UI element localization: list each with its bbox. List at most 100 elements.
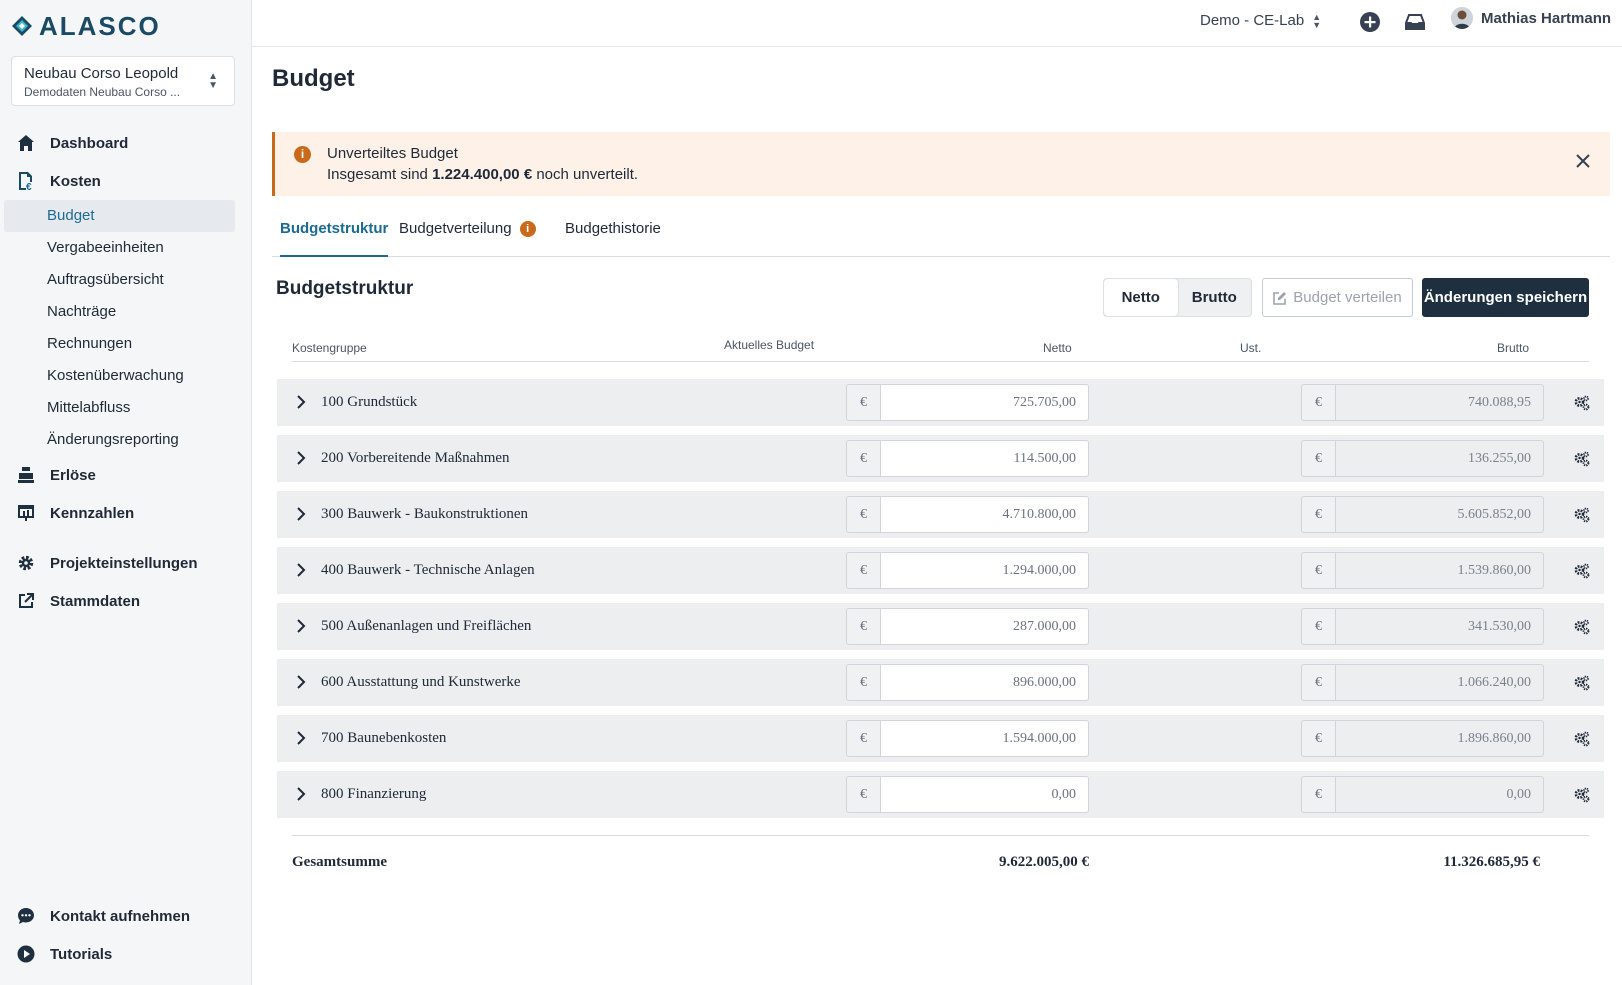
alert-amount: 1.224.400,00 € [432, 166, 533, 183]
nav-kostenueberwachung[interactable]: Kostenüberwachung [0, 360, 252, 392]
nav-erloese[interactable]: Erlöse [0, 456, 252, 494]
unallocated-budget-alert: i Unverteiltes Budget Insgesamt sind 1.2… [272, 132, 1610, 196]
sidebar-footer: Kontakt aufnehmen Tutorials [0, 897, 252, 973]
inbox-icon[interactable] [1404, 11, 1426, 33]
total-label: Gesamtsumme [292, 854, 387, 870]
toggle-netto[interactable]: Netto [1104, 279, 1178, 316]
tab-budgetverteilung[interactable]: Budgetverteilung i [399, 220, 536, 257]
row-name: 400 Bauwerk - Technische Anlagen [321, 562, 535, 578]
tab-budgetstruktur[interactable]: Budgetstruktur [280, 220, 389, 257]
chevron-right-icon[interactable] [294, 450, 308, 466]
nav-projekteinstellungen[interactable]: Projekteinstellungen [0, 544, 252, 582]
netto-input[interactable] [880, 720, 1089, 757]
play-circle-icon [16, 944, 36, 964]
col-kostengruppe: Kostengruppe [292, 341, 367, 355]
user-menu[interactable]: Mathias Hartmann [1451, 7, 1611, 29]
nav-kosten[interactable]: € Kosten [0, 162, 252, 200]
nav-dashboard[interactable]: Dashboard [0, 124, 252, 162]
updown-chevron-icon: ▲ ▼ [208, 71, 218, 91]
chevron-right-icon[interactable] [294, 674, 308, 690]
tab-budgethistorie[interactable]: Budgethistorie [565, 220, 661, 257]
tenant-label: Demo - CE-Lab [1200, 12, 1305, 29]
gear-icon [16, 553, 36, 573]
total-brutto: 11.326.685,95 € [1443, 854, 1540, 870]
chevron-right-icon[interactable] [294, 730, 308, 746]
currency-addon: € [846, 776, 880, 813]
user-name: Mathias Hartmann [1481, 9, 1612, 27]
chevron-right-icon[interactable] [294, 618, 308, 634]
nav-rechnungen[interactable]: Rechnungen [0, 328, 252, 360]
row-name: 600 Ausstattung und Kunstwerke [321, 674, 521, 690]
currency-addon: € [1301, 440, 1335, 477]
updown-chevron-icon: ▲ ▼ [1312, 11, 1322, 30]
gears-icon[interactable] [1573, 786, 1591, 804]
gears-icon[interactable] [1573, 562, 1591, 580]
plus-circle-icon[interactable] [1359, 11, 1381, 33]
nav-erloese-label: Erlöse [50, 466, 96, 484]
table-header: Kostengruppe Aktuelles Budget Netto Ust.… [292, 336, 1589, 362]
nav-kennzahlen-label: Kennzahlen [50, 504, 135, 522]
currency-addon: € [1301, 496, 1335, 533]
save-changes-button[interactable]: Änderungen speichern [1422, 278, 1589, 317]
chevron-right-icon[interactable] [294, 562, 308, 578]
project-subtitle: Demodaten Neubau Corso ... [24, 85, 181, 99]
table-row: 100 Grundstück € € [277, 379, 1604, 426]
netto-input[interactable] [880, 608, 1089, 645]
netto-input[interactable] [880, 776, 1089, 813]
nav-stammdaten[interactable]: Stammdaten [0, 582, 252, 620]
topbar: Demo - CE-Lab ▲ ▼ Mathias Hartmann [252, 0, 1622, 47]
nav-aenderungsreporting[interactable]: Änderungsreporting [0, 424, 252, 456]
distribute-budget-button[interactable]: Budget verteilen [1262, 278, 1413, 317]
netto-input[interactable] [880, 552, 1089, 589]
brutto-field [1335, 552, 1544, 589]
gears-icon[interactable] [1573, 394, 1591, 412]
currency-addon: € [846, 720, 880, 757]
nav-budget[interactable]: Budget [4, 200, 235, 232]
currency-addon: € [846, 664, 880, 701]
gears-icon[interactable] [1573, 450, 1591, 468]
gears-icon[interactable] [1573, 506, 1591, 524]
alert-text-pre: Insgesamt sind [327, 166, 433, 183]
tenant-selector[interactable]: Demo - CE-Lab ▲ ▼ [1200, 12, 1321, 29]
netto-input[interactable] [880, 440, 1089, 477]
nav-auftragsuebersicht[interactable]: Auftragsübersicht [0, 264, 252, 296]
gears-icon[interactable] [1573, 618, 1591, 636]
nav-nachtraege[interactable]: Nachträge [0, 296, 252, 328]
nav-kennzahlen[interactable]: Kennzahlen [0, 494, 252, 532]
chevron-right-icon[interactable] [294, 786, 308, 802]
project-selector[interactable]: Neubau Corso Leopold Demodaten Neubau Co… [11, 56, 235, 106]
gears-icon[interactable] [1573, 730, 1591, 748]
chevron-right-icon[interactable] [294, 394, 308, 410]
netto-input[interactable] [880, 384, 1089, 421]
nav-tutorials-label: Tutorials [50, 945, 113, 963]
col-aktuelles-budget: Aktuelles Budget [724, 338, 815, 352]
nav-vergabeeinheiten[interactable]: Vergabeeinheiten [0, 232, 252, 264]
brutto-field [1335, 440, 1544, 477]
netto-input[interactable] [880, 664, 1089, 701]
alasco-logo-icon [12, 16, 32, 36]
chevron-right-icon[interactable] [294, 506, 308, 522]
nav-kontakt-label: Kontakt aufnehmen [50, 907, 191, 925]
netto-input[interactable] [880, 496, 1089, 533]
nav-kontakt[interactable]: Kontakt aufnehmen [0, 897, 252, 935]
brutto-field [1335, 720, 1544, 757]
sidebar: ALASCO Neubau Corso Leopold Demodaten Ne… [0, 0, 252, 985]
currency-addon: € [1301, 720, 1335, 757]
gears-icon[interactable] [1573, 674, 1591, 692]
row-name: 300 Bauwerk - Baukonstruktionen [321, 506, 529, 522]
svg-text:€: € [26, 182, 32, 191]
nav-tutorials[interactable]: Tutorials [0, 935, 252, 973]
close-icon[interactable] [1572, 150, 1594, 172]
tab-budgetverteilung-label: Budgetverteilung [399, 220, 512, 237]
row-name: 200 Vorbereitende Maßnahmen [321, 450, 510, 466]
external-link-icon [16, 591, 36, 611]
toggle-brutto[interactable]: Brutto [1178, 279, 1252, 316]
netto-brutto-toggle: Netto Brutto [1103, 278, 1252, 317]
brutto-field [1335, 608, 1544, 645]
brutto-field [1335, 496, 1544, 533]
nav-mittelabfluss[interactable]: Mittelabfluss [0, 392, 252, 424]
table-row: 400 Bauwerk - Technische Anlagen € € [277, 547, 1604, 594]
logo[interactable]: ALASCO [11, 11, 161, 41]
nav-stammdaten-label: Stammdaten [50, 592, 141, 610]
currency-addon: € [1301, 552, 1335, 589]
